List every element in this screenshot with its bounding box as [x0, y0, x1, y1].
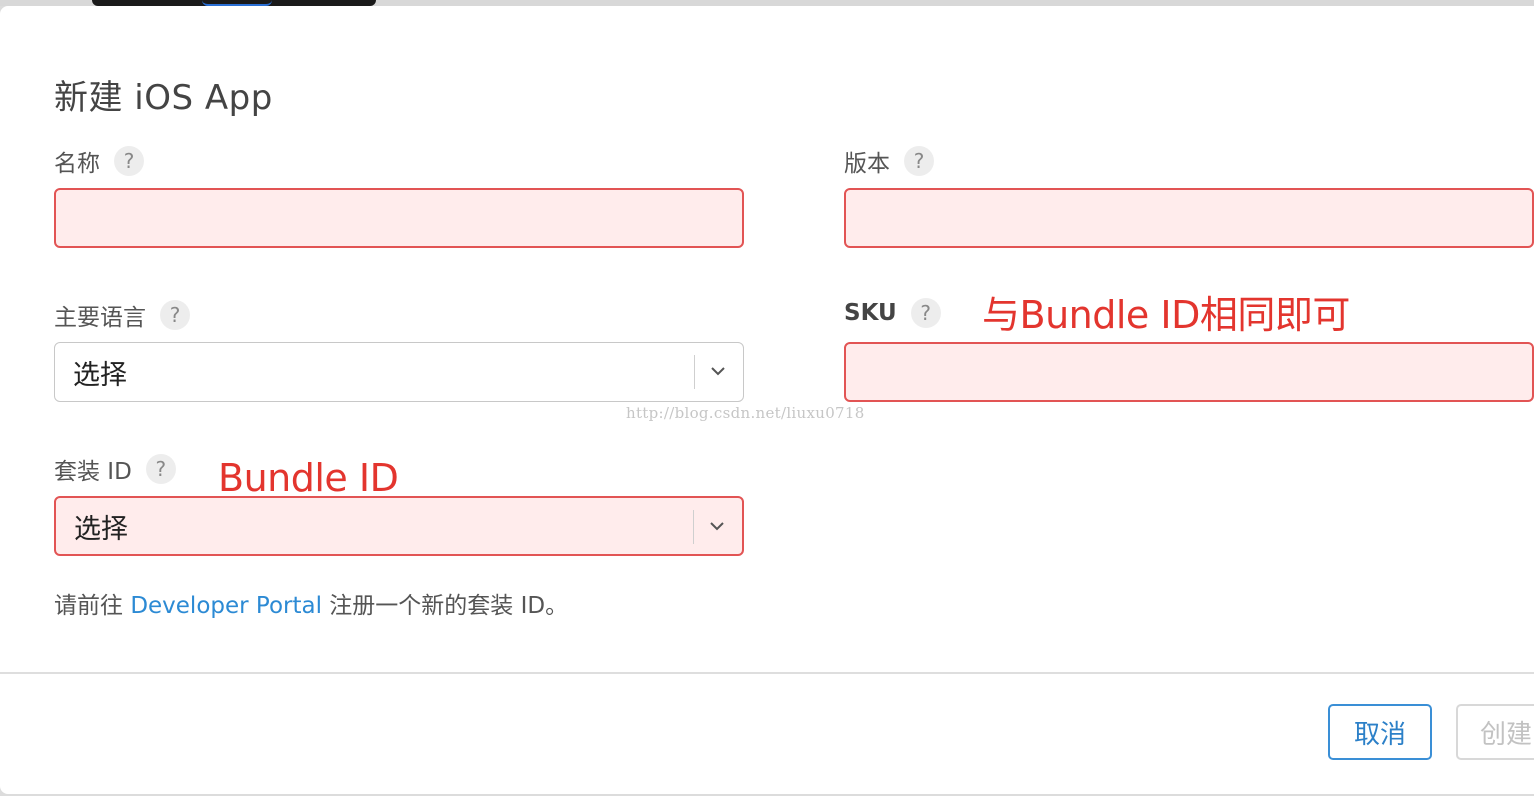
primary-language-selected-value: 选择	[73, 359, 127, 391]
chevron-down-icon[interactable]	[707, 359, 729, 383]
version-field-wrapper	[844, 188, 1534, 248]
name-field-wrapper	[54, 188, 744, 248]
sku-annotation: 与Bundle ID相同即可	[982, 293, 1350, 337]
version-help-icon[interactable]: ?	[904, 146, 934, 176]
create-button[interactable]: 创建	[1456, 704, 1534, 760]
bundle-id-label-text: 套装 ID	[54, 459, 132, 485]
name-label: 名称 ?	[54, 144, 144, 178]
name-input[interactable]	[56, 190, 742, 246]
bundle-id-help-icon[interactable]: ?	[145, 454, 176, 484]
bundle-id-select[interactable]: 选择	[54, 496, 744, 556]
chevron-down-icon[interactable]	[706, 514, 728, 538]
primary-language-label: 主要语言 ?	[54, 298, 190, 332]
watermark: http://blog.csdn.net/liuxu0718	[626, 404, 865, 422]
note-suffix: 注册一个新的套装 ID。	[322, 593, 569, 619]
new-ios-app-dialog: 新建 iOS App 名称 ? 版本 ? 主要语言 ? 选择 SKU ? 与Bu…	[0, 6, 1534, 794]
dialog-title: 新建 iOS App	[54, 78, 273, 118]
sku-help-icon[interactable]: ?	[910, 298, 941, 328]
cancel-button[interactable]: 取消	[1328, 704, 1432, 760]
select-divider	[694, 355, 695, 389]
sku-input[interactable]	[846, 344, 1532, 400]
select-divider	[693, 510, 694, 544]
bundle-id-selected-value: 选择	[74, 513, 128, 545]
sku-field-wrapper	[844, 342, 1534, 402]
developer-portal-link[interactable]: Developer Portal	[130, 593, 322, 619]
note-prefix: 请前往	[54, 593, 131, 619]
primary-language-label-text: 主要语言	[54, 305, 146, 331]
sku-label: SKU ?	[844, 298, 941, 328]
primary-language-help-icon[interactable]: ?	[160, 300, 190, 330]
version-label: 版本 ?	[844, 144, 934, 178]
primary-language-select[interactable]: 选择	[54, 342, 744, 402]
name-label-text: 名称	[54, 151, 100, 177]
version-label-text: 版本	[844, 151, 890, 177]
bundle-id-label: 套装 ID ?	[54, 452, 176, 486]
developer-portal-note: 请前往 Developer Portal 注册一个新的套装 ID。	[54, 586, 568, 620]
name-help-icon[interactable]: ?	[114, 146, 144, 176]
sku-label-text: SKU	[844, 300, 897, 326]
footer-divider	[0, 672, 1534, 674]
version-input[interactable]	[846, 190, 1532, 246]
bundle-id-annotation: Bundle ID	[218, 456, 399, 500]
